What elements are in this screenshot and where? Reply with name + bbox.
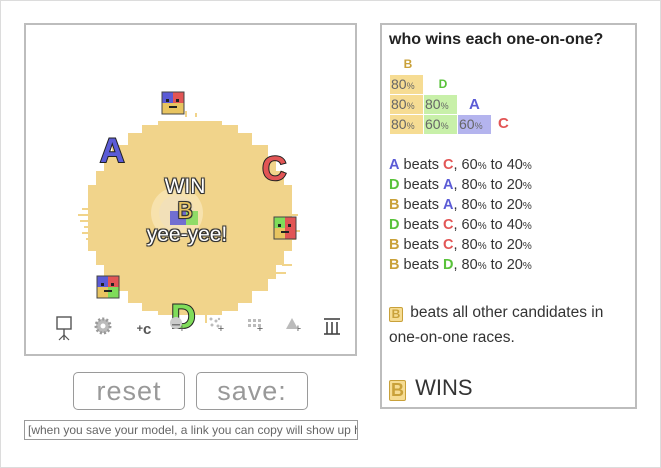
- matrix-header-D: D: [438, 77, 448, 91]
- result-score-2: to 20: [486, 177, 523, 193]
- matrix-header-B: B: [403, 57, 413, 71]
- final-winner-badge: B: [389, 380, 406, 401]
- result-score: , 80: [453, 177, 478, 193]
- result-loser: C: [443, 217, 454, 233]
- result-score: , 80: [453, 197, 478, 213]
- matrix-header-A: A: [469, 96, 480, 113]
- result-verb: beats: [399, 237, 444, 253]
- result-winner: D: [389, 177, 400, 193]
- columns-icon[interactable]: [322, 316, 348, 342]
- result-line: D beats C, 60% to 40%: [389, 217, 532, 233]
- result-loser: C: [443, 157, 454, 173]
- result-verb: beats: [399, 197, 444, 213]
- add-grid-icon[interactable]: +: [247, 316, 273, 342]
- result-score: , 80: [453, 257, 478, 273]
- pairwise-matrix: B D A C 80% 80% 80% 80% 60% 60%: [389, 53, 628, 143]
- add-triangle-icon[interactable]: +: [285, 316, 311, 342]
- result-winner: A: [389, 157, 400, 173]
- result-score-2: to 20: [486, 197, 523, 213]
- matrix-cell: 80%: [390, 95, 423, 114]
- result-line: A beats C, 60% to 40%: [389, 157, 532, 173]
- summary-sentence: beats all other candidates in one-on-one…: [389, 304, 604, 346]
- result-verb: beats: [399, 257, 444, 273]
- result-line: B beats A, 80% to 20%: [389, 197, 532, 213]
- caption-panel: who wins each one-on-one? B D A C 80% 80…: [380, 23, 637, 409]
- add-candidate-icon[interactable]: + c: [131, 316, 157, 342]
- winner-candidate-B[interactable]: B: [174, 197, 196, 224]
- result-winner: B: [389, 237, 400, 253]
- matrix-cell: 80%: [390, 115, 423, 134]
- win-cheer: yee-yee!: [146, 223, 228, 246]
- add-voter-face-icon[interactable]: +: [169, 316, 195, 342]
- voter-face[interactable]: [96, 275, 120, 299]
- result-score: , 60: [453, 157, 478, 173]
- result-loser: A: [443, 197, 454, 213]
- matrix-cell: 80%: [424, 95, 457, 114]
- final-winner: B WINS: [389, 375, 473, 401]
- voting-sim-canvas[interactable]: A C D WIN B yee-yee! + c + + + +: [24, 23, 357, 356]
- summary-text: B beats all other candidates in one-on-o…: [389, 300, 628, 350]
- add-dots-icon[interactable]: +: [208, 316, 234, 342]
- result-loser: A: [443, 177, 454, 193]
- result-score-2: to 20: [486, 257, 523, 273]
- result-score: , 80: [453, 237, 478, 253]
- result-verb: beats: [399, 177, 444, 193]
- result-verb: beats: [399, 157, 444, 173]
- summary-winner-badge: B: [389, 307, 403, 322]
- reset-button[interactable]: reset: [73, 372, 185, 410]
- result-score-2: to 40: [486, 157, 523, 173]
- save-link-field[interactable]: [when you save your model, a link you ca…: [24, 420, 358, 440]
- voter-face[interactable]: [273, 216, 297, 240]
- result-winner: B: [389, 197, 400, 213]
- result-line: B beats C, 80% to 20%: [389, 237, 532, 253]
- result-line: B beats D, 80% to 20%: [389, 257, 532, 273]
- win-label: WIN: [164, 175, 206, 198]
- pairwise-results: A beats C, 60% to 40% D beats A, 80% to 2…: [389, 156, 628, 276]
- result-loser: C: [443, 237, 454, 253]
- matrix-cell: 60%: [458, 115, 491, 134]
- result-winner: B: [389, 257, 400, 273]
- result-line: D beats A, 80% to 20%: [389, 177, 532, 193]
- settings-gear-icon[interactable]: [93, 316, 119, 342]
- matrix-cell: 80%: [390, 75, 423, 94]
- panel-title: who wins each one-on-one?: [389, 31, 604, 48]
- result-verb: beats: [399, 217, 444, 233]
- result-score-2: to 40: [486, 217, 523, 233]
- save-button[interactable]: save:: [196, 372, 308, 410]
- result-loser: D: [443, 257, 454, 273]
- final-winner-text: WINS: [409, 375, 473, 400]
- matrix-cell: 60%: [424, 115, 457, 134]
- result-winner: D: [389, 217, 400, 233]
- voter-face[interactable]: [161, 91, 185, 115]
- result-score: , 60: [453, 217, 478, 233]
- result-score-2: to 20: [486, 237, 523, 253]
- add-voter-tool-icon[interactable]: [54, 316, 80, 342]
- matrix-header-C: C: [498, 115, 509, 132]
